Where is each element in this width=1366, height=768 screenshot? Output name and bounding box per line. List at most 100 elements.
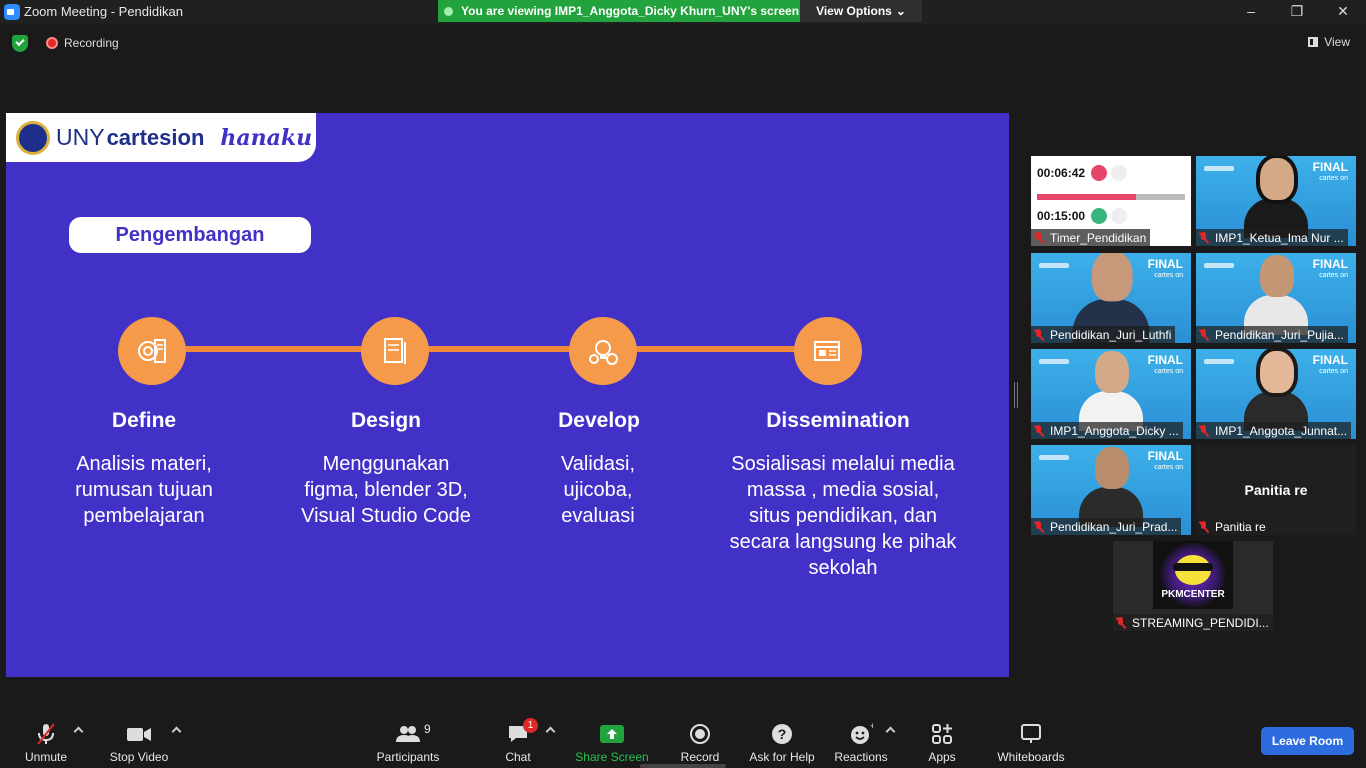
step-title-design: Design <box>350 409 421 432</box>
timer-progress-bar <box>1037 194 1185 200</box>
participant-name: STREAMING_PENDIDI... <box>1113 614 1273 631</box>
zoom-app-icon <box>4 4 20 20</box>
whiteboard-icon <box>994 722 1068 746</box>
timer-total: 00:15:00 <box>1037 209 1086 223</box>
video-tile[interactable]: FINAL cartes on IMP1_Anggota_Dicky ... <box>1031 349 1191 439</box>
smiley-icon: + <box>832 721 890 746</box>
participants-button[interactable]: 9 Participants <box>372 722 444 764</box>
video-tile[interactable]: FINAL cartes on IMP1_Ketua_Ima Nur ... <box>1196 156 1356 246</box>
view-button[interactable]: View <box>1308 35 1350 49</box>
video-options-caret[interactable] <box>171 726 182 737</box>
panel-splitter-handle[interactable] <box>1014 382 1018 408</box>
video-camera-icon <box>106 722 172 746</box>
view-options-button[interactable]: View Options ⌄ <box>800 0 922 22</box>
step-title-define: Define <box>111 409 177 432</box>
meeting-toolbar: Unmute Stop Video 9 Participants 1 Chat … <box>0 716 1366 768</box>
chat-bubble-icon: 1 <box>506 718 538 746</box>
svg-text:+: + <box>870 722 873 731</box>
gear-bulb-icon <box>569 317 637 385</box>
step-desc-design: Menggunakan figma, blender 3D, Visual St… <box>301 453 471 527</box>
video-tile[interactable]: FINAL cartes on Pendidikan_Juri_Pujia... <box>1196 253 1356 343</box>
reset-icon <box>1111 165 1127 181</box>
step-desc-dissemination: Sosialisasi melalui media massa , media … <box>729 453 957 579</box>
leave-room-button[interactable]: Leave Room <box>1261 727 1354 755</box>
mic-muted-icon <box>1116 616 1126 629</box>
timeline-line <box>152 346 852 352</box>
step-title-develop: Develop <box>558 409 640 432</box>
video-tile[interactable]: PKMCENTER STREAMING_PENDIDI... <box>1113 541 1273 631</box>
window-title: Zoom Meeting - Pendidikan <box>24 4 183 19</box>
viewing-banner: You are viewing IMP1_Anggota_Dicky Khurn… <box>438 0 800 22</box>
chat-button[interactable]: 1 Chat <box>498 718 538 764</box>
share-screen-icon <box>574 722 650 746</box>
logo-header: UNY cartesion hanaku <box>6 113 316 162</box>
video-tile[interactable]: FINAL cartes on Pendidikan_Juri_Prad... <box>1031 445 1191 535</box>
status-dot-icon <box>444 6 453 16</box>
mic-muted-icon <box>1199 328 1209 341</box>
mic-muted-icon <box>1034 328 1044 341</box>
minimize-button[interactable]: – <box>1228 0 1274 24</box>
participant-name: IMP1_Ketua_Ima Nur ... <box>1196 229 1348 246</box>
participant-count: 9 <box>424 722 431 736</box>
title-bar: Zoom Meeting - Pendidikan You are viewin… <box>0 0 1366 24</box>
slide-heading: Pengembangan <box>69 217 311 253</box>
participant-name: IMP1_Anggota_Junnat... <box>1196 422 1352 439</box>
participant-display-name: Panitia re <box>1244 482 1308 498</box>
whiteboards-button[interactable]: Whiteboards <box>994 722 1068 764</box>
participant-name: Pendidikan_Juri_Pujia... <box>1196 326 1348 343</box>
pause-icon <box>1091 165 1107 181</box>
participant-name: IMP1_Anggota_Dicky ... <box>1031 422 1183 439</box>
video-tile-timer[interactable]: 00:06:42 00:15:00 Timer_Pendidikan <box>1031 156 1191 246</box>
reactions-button[interactable]: + Reactions <box>832 721 890 764</box>
participant-name: Pendidikan_Juri_Prad... <box>1031 518 1182 535</box>
step-desc-define: Analisis materi, rumusan tujuan pembelaj… <box>75 453 213 527</box>
apps-icon <box>922 722 962 746</box>
mic-muted-icon <box>1034 424 1044 437</box>
brand-hanaku: hanaku <box>220 124 313 151</box>
chat-badge: 1 <box>523 718 538 733</box>
participant-name: Pendidikan_Juri_Luthfi <box>1031 326 1176 343</box>
stop-video-button[interactable]: Stop Video <box>106 722 172 764</box>
audio-options-caret[interactable] <box>73 726 84 737</box>
meeting-info-bar: Recording View <box>0 24 1366 62</box>
reset-icon <box>1111 208 1127 224</box>
step-desc-develop: Validasi, ujicoba, evaluasi <box>560 453 636 527</box>
close-button[interactable]: ✕ <box>1320 0 1366 24</box>
grid-view-icon <box>1308 37 1319 47</box>
shield-icon[interactable] <box>12 35 28 52</box>
mic-muted-icon <box>1199 520 1209 533</box>
participant-name: Panitia re <box>1196 518 1270 535</box>
brand-uny: UNY <box>56 124 105 150</box>
unmute-button[interactable]: Unmute <box>18 722 74 764</box>
people-icon: 9 <box>372 722 444 746</box>
target-icon <box>118 317 186 385</box>
step-title-dissemination: Dissemination <box>766 409 910 432</box>
video-tile[interactable]: FINAL cartes on Pendidikan_Juri_Luthfi <box>1031 253 1191 343</box>
video-tile-off[interactable]: Panitia re Panitia re <box>1196 445 1356 535</box>
svg-text:?: ? <box>778 726 787 742</box>
chat-options-caret[interactable] <box>545 726 556 737</box>
ask-for-help-button[interactable]: ? Ask for Help <box>746 722 818 764</box>
brand-cartesion: cartesion <box>106 124 205 150</box>
participant-name: Timer_Pendidikan <box>1031 229 1151 246</box>
mic-muted-icon <box>1199 231 1209 244</box>
uny-emblem-icon <box>16 120 50 155</box>
start-icon <box>1091 208 1107 224</box>
share-screen-button[interactable]: Share Screen <box>574 722 650 764</box>
mic-muted-icon <box>18 722 74 746</box>
record-button[interactable]: Record <box>678 722 722 764</box>
mic-muted-icon <box>1034 231 1044 244</box>
mic-muted-icon <box>1034 520 1044 533</box>
chevron-down-icon: ⌄ <box>895 4 906 18</box>
apps-button[interactable]: Apps <box>922 722 962 764</box>
view-options-label: View Options <box>816 4 892 18</box>
maximize-button[interactable]: ❐ <box>1274 0 1320 24</box>
video-tile[interactable]: FINAL cartes on IMP1_Anggota_Junnat... <box>1196 349 1356 439</box>
toolbar-scroll-indicator <box>640 764 726 768</box>
shared-screen-slide: UNY cartesion hanaku Pengembangan Define… <box>6 113 1009 677</box>
recording-label: Recording <box>64 36 119 50</box>
question-icon: ? <box>746 722 818 746</box>
recording-icon <box>46 37 58 49</box>
view-button-label: View <box>1324 35 1350 49</box>
timer-elapsed: 00:06:42 <box>1037 166 1086 180</box>
